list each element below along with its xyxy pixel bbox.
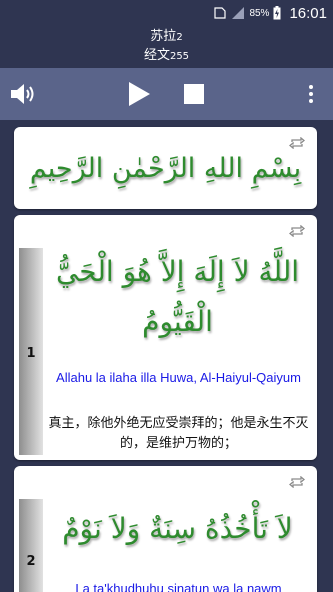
no-sim-icon — [214, 7, 227, 19]
bismillah-card[interactable]: بِسْمِ اللهِ الرَّحْمٰنِ الرَّحِيمِ — [14, 127, 317, 209]
verse-transliteration: La ta'khudhuhu sinatun wa la nawm — [75, 581, 282, 592]
overflow-menu-button[interactable] — [302, 68, 320, 120]
audio-toolbar — [0, 68, 333, 120]
status-icons: 85% 16:01 — [213, 3, 327, 23]
verse-arabic: لاَ تَأْخُذُهُ سِنَةٌ وَلاَ نَوْمٌ — [62, 512, 293, 545]
surah-label: 苏拉 — [150, 29, 177, 44]
play-button[interactable] — [122, 68, 156, 120]
surah-number: 2 — [176, 32, 183, 43]
bismillah-arabic: بِسْمِ اللهِ الرَّحْمٰنِ الرَّحِيمِ — [29, 153, 302, 184]
repeat-icon[interactable] — [289, 225, 305, 237]
chapter-header: 苏拉2 经文255 — [0, 26, 333, 68]
repeat-icon[interactable] — [289, 137, 305, 149]
play-icon — [129, 82, 150, 106]
verse-number: 1 — [26, 346, 36, 361]
clock: 16:01 — [289, 4, 327, 22]
verse-label: 经文 — [143, 48, 170, 63]
battery-percentage: 85% — [249, 7, 270, 19]
signal-icon — [232, 7, 245, 19]
stop-icon — [184, 84, 204, 104]
verse-arabic: اللَّهُ لاَ إِلَهَ إِلاَّ هُوَ الْحَيُّ … — [55, 255, 300, 338]
verse-number: 255 — [169, 51, 190, 62]
status-bar: 85% 16:01 — [0, 0, 333, 26]
speaker-icon — [11, 84, 34, 104]
verse-list[interactable]: بِسْمِ اللهِ الرَّحْمٰنِ الرَّحِيمِ 1 ال… — [0, 120, 333, 592]
surah-line: 苏拉2 — [0, 26, 333, 47]
repeat-icon[interactable] — [289, 476, 305, 488]
more-vert-icon — [309, 85, 313, 103]
app-screen: 85% 16:01 苏拉2 经文255 بِسْمِ اللهِ الرَّحْ… — [0, 0, 333, 592]
verse-number-bar: 1 — [19, 248, 43, 455]
stop-button[interactable] — [180, 68, 208, 120]
verse-number: 2 — [26, 554, 36, 569]
verse-number-bar: 2 — [19, 499, 43, 592]
verse-translation: 真主，除他外绝无应受崇拜的；他是永生不灭的，是维护万物的； — [48, 416, 309, 451]
verse-card-1[interactable]: 1 اللَّهُ لاَ إِلَهَ إِلاَّ هُوَ الْحَيُ… — [14, 215, 317, 460]
verse-transliteration: Allahu la ilaha illa Huwa, Al-Haiyul-Qai… — [56, 370, 301, 385]
verse-line: 经文255 — [0, 47, 333, 66]
verse-card-2[interactable]: 2 لاَ تَأْخُذُهُ سِنَةٌ وَلاَ نَوْمٌ La … — [14, 466, 317, 592]
speaker-button[interactable] — [6, 68, 40, 120]
battery-charging-icon — [273, 6, 281, 20]
